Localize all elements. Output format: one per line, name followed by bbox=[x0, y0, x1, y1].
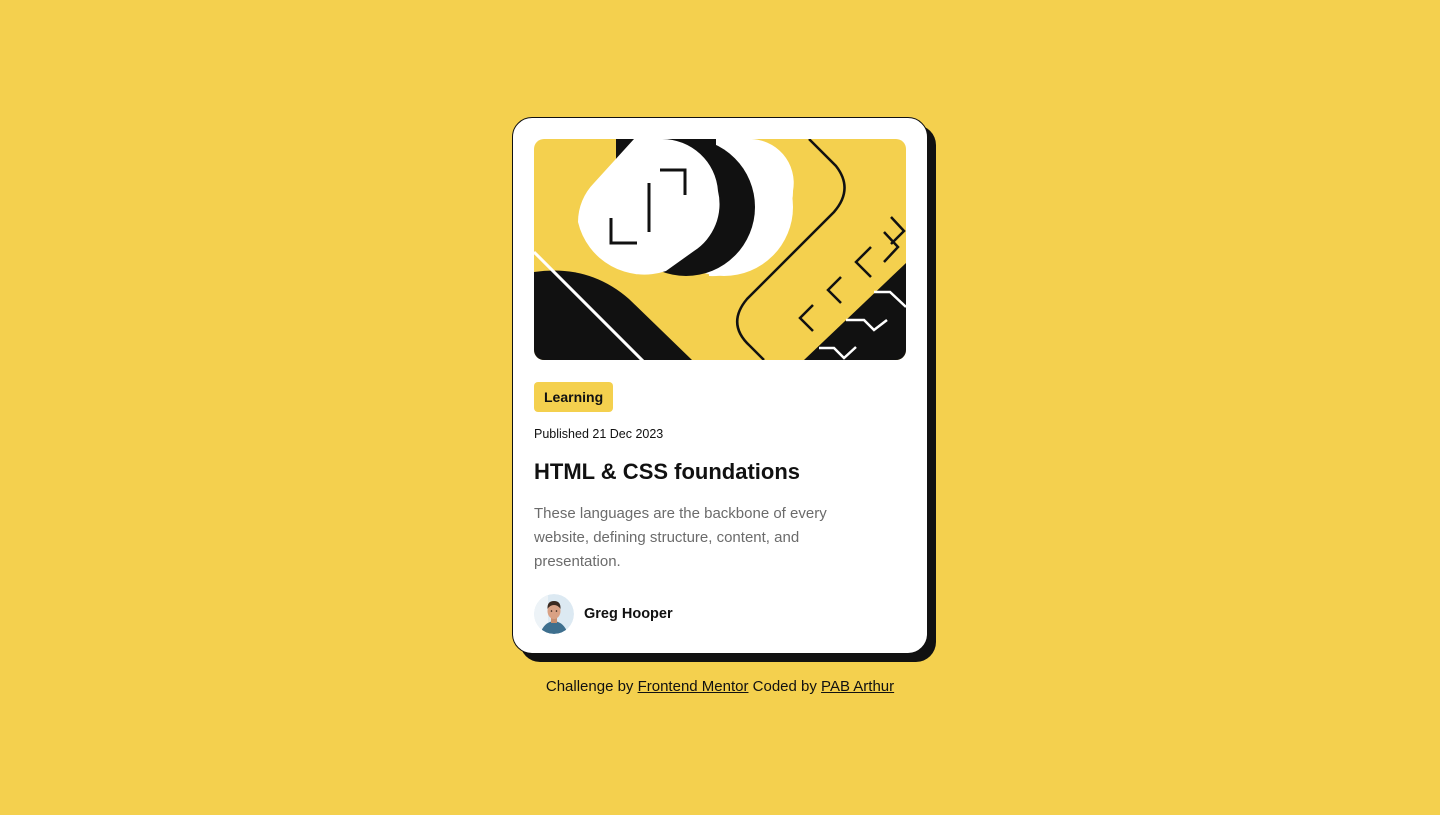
avatar bbox=[534, 594, 574, 634]
author-name: Greg Hooper bbox=[584, 606, 673, 622]
author: Greg Hooper bbox=[534, 594, 906, 634]
frontend-mentor-link[interactable]: Frontend Mentor bbox=[638, 678, 749, 695]
publish-date: Published 21 Dec 2023 bbox=[534, 427, 664, 441]
card-title[interactable]: HTML & CSS foundations bbox=[534, 458, 906, 486]
hero-illustration bbox=[534, 139, 906, 360]
category-tag: Learning bbox=[534, 382, 614, 412]
attribution-challenge-prefix: Challenge by bbox=[545, 678, 634, 695]
blog-preview-card: Learning Published 21 Dec 2023 HTML & CS… bbox=[512, 117, 928, 654]
author-link[interactable]: PAB Arthur bbox=[821, 678, 894, 695]
attribution-coded-prefix: Coded by bbox=[752, 678, 817, 695]
card-description: These languages are the backbone of ever… bbox=[534, 505, 827, 570]
attribution: Challenge by Frontend Mentor Coded by PA… bbox=[0, 677, 1440, 697]
